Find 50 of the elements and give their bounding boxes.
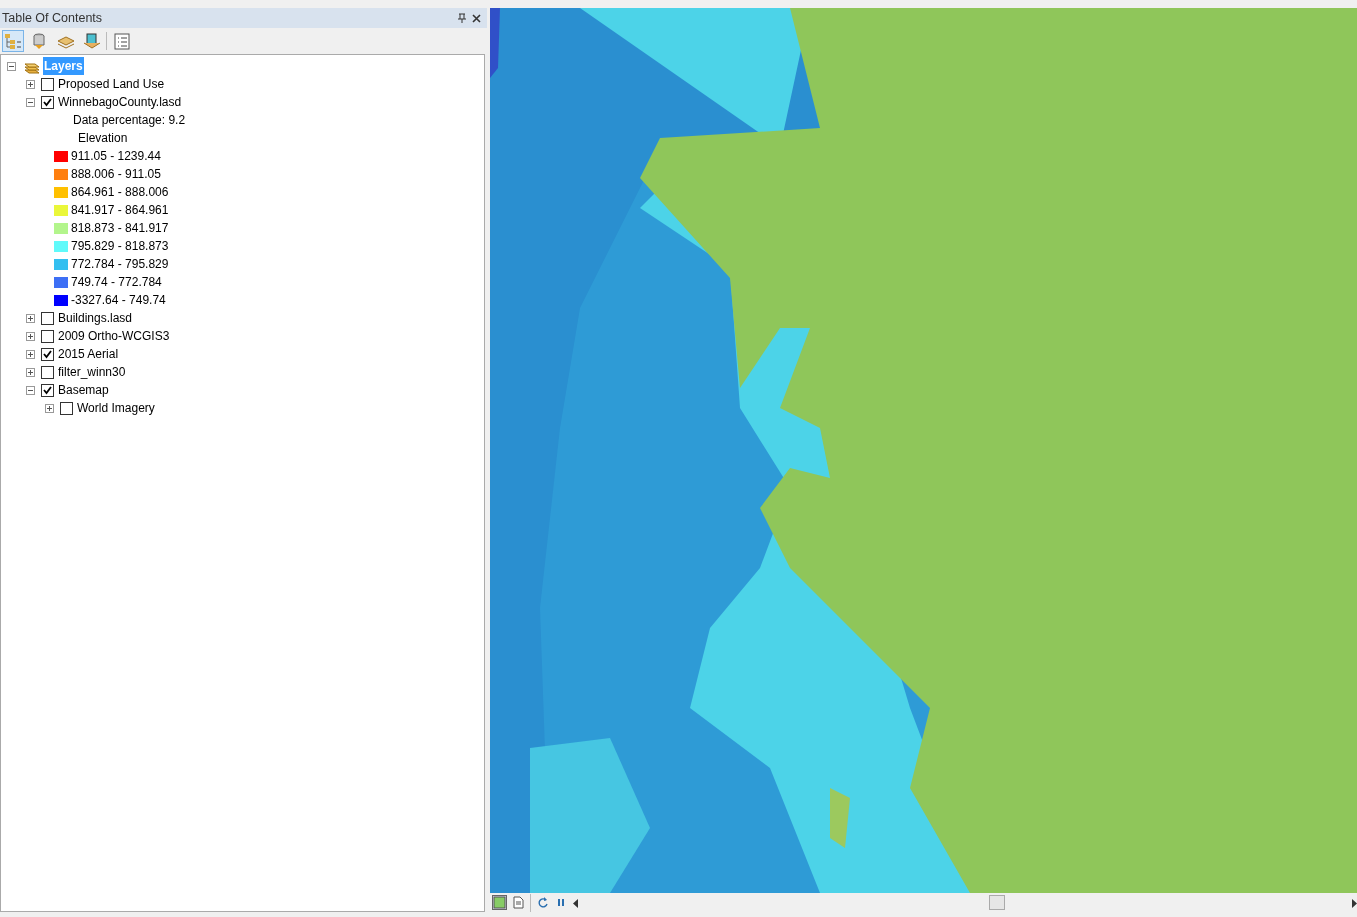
collapse-toggle[interactable] bbox=[26, 97, 35, 107]
layer-name[interactable]: filter_winn30 bbox=[57, 363, 127, 381]
pin-icon[interactable] bbox=[458, 13, 466, 23]
checkbox[interactable] bbox=[41, 365, 54, 379]
options-button[interactable] bbox=[111, 30, 133, 52]
checkbox[interactable] bbox=[41, 311, 54, 325]
page-icon bbox=[512, 896, 525, 909]
layer-list-icon bbox=[4, 32, 22, 50]
legend-heading: Elevation bbox=[77, 130, 129, 147]
legend-label: -3327.64 - 749.74 bbox=[71, 292, 166, 309]
checked-checkbox[interactable] bbox=[41, 347, 54, 361]
expand-toggle[interactable] bbox=[45, 403, 54, 413]
scrollbar-thumb[interactable] bbox=[989, 895, 1006, 910]
expand-toggle[interactable] bbox=[26, 349, 35, 359]
legend-label: 864.961 - 888.006 bbox=[71, 184, 169, 201]
collapse-toggle[interactable] bbox=[26, 385, 35, 395]
refresh-icon bbox=[536, 896, 549, 909]
layer-name[interactable]: 2015 Aerial bbox=[57, 345, 120, 363]
checkbox[interactable] bbox=[41, 77, 54, 91]
expand-toggle[interactable] bbox=[26, 331, 35, 341]
checked-checkbox[interactable] bbox=[41, 383, 54, 397]
expand-toggle[interactable] bbox=[26, 79, 35, 89]
legend-label: 818.873 - 841.917 bbox=[71, 220, 169, 237]
panel-title: Table Of Contents bbox=[2, 9, 103, 27]
layer-name[interactable]: World Imagery bbox=[76, 399, 156, 417]
checkbox[interactable] bbox=[60, 401, 73, 415]
expand-toggle[interactable] bbox=[26, 367, 35, 377]
layer-name[interactable]: Buildings.lasd bbox=[57, 309, 134, 327]
close-icon[interactable] bbox=[472, 13, 481, 23]
checkbox[interactable] bbox=[41, 329, 54, 343]
legend-label: 795.829 - 818.873 bbox=[71, 238, 169, 255]
legend-label: 911.05 - 1239.44 bbox=[71, 148, 161, 165]
layer-name[interactable]: WinnebagoCounty.lasd bbox=[57, 93, 183, 111]
database-icon bbox=[30, 32, 48, 50]
scroll-right-icon[interactable] bbox=[1351, 898, 1357, 908]
checked-checkbox[interactable] bbox=[41, 95, 54, 109]
legend-label: 772.784 - 795.829 bbox=[71, 256, 169, 273]
layer-selection-icon bbox=[82, 32, 100, 50]
page-button[interactable] bbox=[511, 895, 526, 910]
data-percentage: Data percentage: 9.2 bbox=[72, 112, 187, 129]
layer-name[interactable]: 2009 Ortho-WCGIS3 bbox=[57, 327, 171, 345]
legend-label: 841.917 - 864.961 bbox=[71, 202, 169, 219]
scroll-left-icon[interactable] bbox=[573, 898, 579, 908]
collapse-toggle[interactable] bbox=[7, 61, 16, 71]
layer-name[interactable]: Proposed Land Use bbox=[57, 75, 166, 93]
legend-label: 888.006 - 911.05 bbox=[71, 166, 161, 183]
expand-toggle[interactable] bbox=[26, 313, 35, 323]
options-icon bbox=[113, 32, 131, 50]
layer-name[interactable]: Basemap bbox=[57, 381, 110, 399]
legend-label: 749.74 - 772.784 bbox=[71, 274, 162, 291]
